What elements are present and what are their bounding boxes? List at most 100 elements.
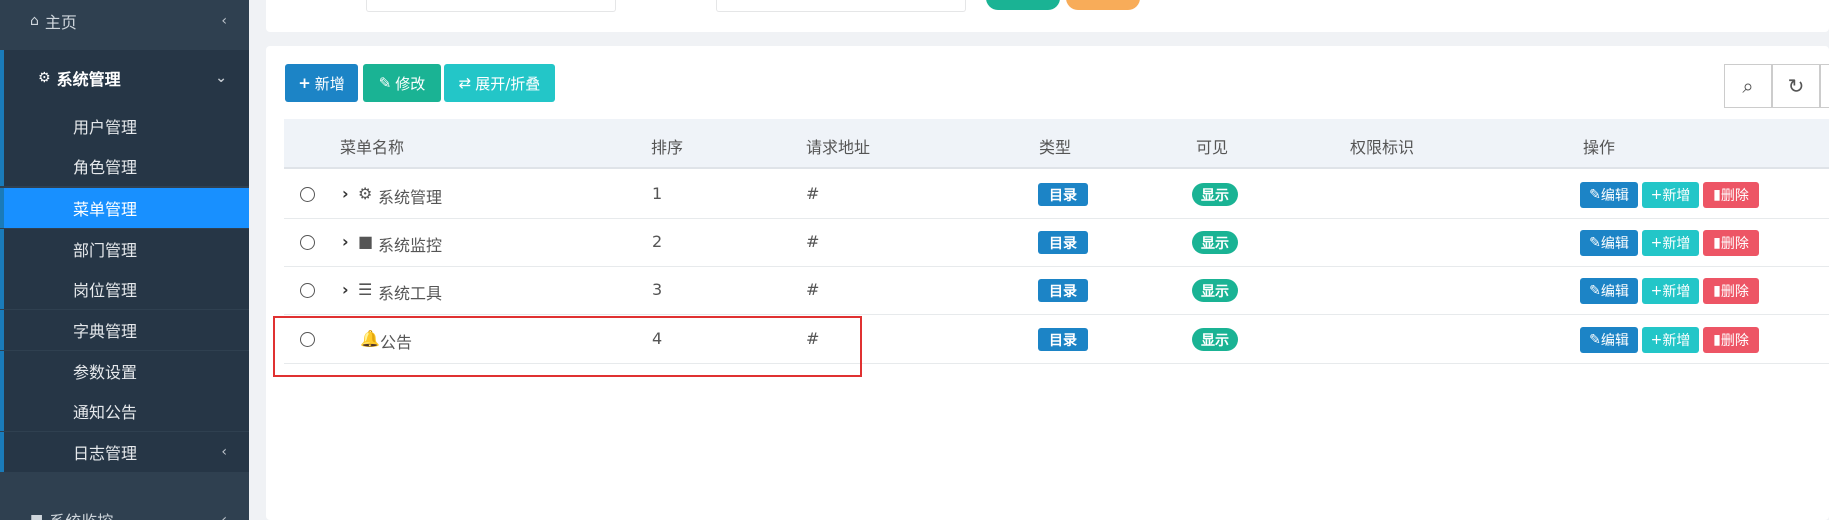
row-delete-button[interactable]: ▮ 删除 bbox=[1703, 182, 1759, 208]
table-row[interactable]: › ☰ 系统工具 3 # 目录 显示 ✎ 编辑 + 新增 ▮ 删除 bbox=[284, 267, 1829, 315]
trash-icon: ▮ bbox=[1713, 332, 1721, 348]
row-add-button[interactable]: + 新增 bbox=[1642, 182, 1699, 208]
sidebar-item-menus[interactable]: 菜单管理 bbox=[0, 188, 249, 228]
sidebar-item-roles[interactable]: 角色管理 bbox=[0, 146, 249, 186]
row-radio[interactable] bbox=[300, 283, 315, 298]
edit-button-label: 修改 bbox=[395, 74, 426, 93]
video-icon: ■ bbox=[30, 512, 44, 520]
edit-icon: ✎ bbox=[1589, 235, 1601, 251]
row-add-button[interactable]: + 新增 bbox=[1642, 230, 1699, 256]
row-delete-label: 删除 bbox=[1720, 284, 1749, 300]
edit-icon: ✎ bbox=[1589, 187, 1601, 203]
menu-order: 1 bbox=[652, 184, 663, 203]
search-panel bbox=[266, 0, 1829, 32]
sidebar-item-monitor[interactable]: ■ 系统监控 ‹ bbox=[0, 500, 249, 520]
trash-icon: ▮ bbox=[1713, 187, 1721, 203]
col-header-url: 请求地址 bbox=[806, 138, 871, 157]
menu-order: 3 bbox=[652, 280, 663, 299]
row-add-label: 新增 bbox=[1662, 188, 1691, 204]
edit-button[interactable]: ✎ 修改 bbox=[363, 64, 441, 102]
sidebar-item-config[interactable]: 参数设置 bbox=[0, 351, 249, 391]
row-edit-label: 编辑 bbox=[1600, 236, 1629, 252]
search-toggle-button[interactable]: ⌕ bbox=[1724, 64, 1772, 108]
plus-icon: + bbox=[1650, 332, 1663, 348]
plus-icon: + bbox=[1650, 187, 1663, 203]
search-button[interactable] bbox=[986, 0, 1060, 10]
table-row[interactable]: › ⚙ 系统管理 1 # 目录 显示 ✎ 编辑 + 新增 ▮ 删除 bbox=[284, 171, 1829, 219]
row-add-button[interactable]: + 新增 bbox=[1642, 278, 1699, 304]
row-radio[interactable] bbox=[300, 187, 315, 202]
chevron-left-icon: ‹ bbox=[221, 13, 227, 29]
exchange-icon: ⇄ bbox=[458, 74, 472, 92]
search-icon: ⌕ bbox=[1742, 74, 1754, 98]
row-delete-label: 删除 bbox=[1720, 236, 1749, 252]
row-radio[interactable] bbox=[300, 235, 315, 250]
row-delete-button[interactable]: ▮ 删除 bbox=[1703, 327, 1759, 353]
chevron-down-icon: ⌄ bbox=[215, 70, 227, 86]
row-add-label: 新增 bbox=[1662, 284, 1691, 300]
sidebar-item-users[interactable]: 用户管理 bbox=[0, 106, 249, 146]
col-header-visible: 可见 bbox=[1196, 138, 1229, 157]
row-edit-button[interactable]: ✎ 编辑 bbox=[1580, 327, 1638, 353]
expand-arrow-icon[interactable]: › bbox=[342, 280, 349, 299]
reset-button[interactable] bbox=[1066, 0, 1140, 10]
visible-badge: 显示 bbox=[1192, 231, 1238, 254]
sidebar-item-label: 主页 bbox=[44, 13, 77, 32]
row-edit-button[interactable]: ✎ 编辑 bbox=[1580, 230, 1638, 256]
sidebar-item-notice[interactable]: 通知公告 bbox=[0, 391, 249, 431]
row-delete-button[interactable]: ▮ 删除 bbox=[1703, 230, 1759, 256]
sidebar-item-posts[interactable]: 岗位管理 bbox=[0, 269, 249, 309]
refresh-icon: ↻ bbox=[1787, 74, 1805, 98]
edit-icon: ✎ bbox=[378, 74, 392, 92]
sidebar-item-label: 岗位管理 bbox=[73, 281, 138, 300]
table-row[interactable]: › ■ 系统监控 2 # 目录 显示 ✎ 编辑 + 新增 ▮ 删除 bbox=[284, 219, 1829, 267]
col-header-name: 菜单名称 bbox=[340, 138, 405, 157]
sidebar-item-label: 菜单管理 bbox=[73, 200, 138, 219]
sidebar-item-dict[interactable]: 字典管理 bbox=[0, 310, 249, 350]
menu-url: # bbox=[806, 184, 820, 203]
row-add-button[interactable]: + 新增 bbox=[1642, 327, 1699, 353]
visible-badge: 显示 bbox=[1192, 279, 1238, 302]
sidebar-item-depts[interactable]: 部门管理 bbox=[0, 229, 249, 269]
sidebar-item-label: 日志管理 bbox=[73, 444, 138, 463]
menu-url: # bbox=[806, 280, 820, 299]
sidebar-item-system[interactable]: ⚙ 系统管理 ⌄ bbox=[0, 50, 249, 106]
table-header: 菜单名称 排序 请求地址 类型 可见 权限标识 操作 bbox=[284, 119, 1829, 169]
row-edit-label: 编辑 bbox=[1600, 284, 1629, 300]
type-badge: 目录 bbox=[1038, 279, 1088, 302]
visible-badge: 显示 bbox=[1192, 183, 1238, 206]
columns-button[interactable] bbox=[1820, 64, 1829, 108]
menu-name: 系统工具 bbox=[378, 284, 443, 303]
row-delete-label: 删除 bbox=[1720, 188, 1749, 204]
home-icon: ⌂ bbox=[30, 13, 39, 29]
sidebar-item-label: 通知公告 bbox=[73, 403, 138, 422]
sidebar-item-home[interactable]: ⌂ 主页 ‹ bbox=[0, 0, 249, 42]
search-input-2[interactable] bbox=[716, 0, 966, 12]
row-delete-button[interactable]: ▮ 删除 bbox=[1703, 278, 1759, 304]
col-header-type: 类型 bbox=[1039, 138, 1072, 157]
menu-order: 2 bbox=[652, 232, 663, 251]
visible-badge: 显示 bbox=[1192, 328, 1238, 351]
bars-icon: ☰ bbox=[358, 280, 373, 299]
type-badge: 目录 bbox=[1038, 183, 1088, 206]
menu-name: 系统管理 bbox=[378, 188, 443, 207]
trash-icon: ▮ bbox=[1713, 235, 1721, 251]
add-button[interactable]: + 新增 bbox=[285, 64, 358, 102]
expand-button-label: 展开/折叠 bbox=[475, 74, 541, 93]
highlight-box bbox=[273, 316, 862, 377]
add-button-label: 新增 bbox=[314, 74, 345, 93]
plus-icon: + bbox=[1650, 283, 1663, 299]
search-input-1[interactable] bbox=[366, 0, 616, 12]
video-icon: ■ bbox=[358, 232, 374, 251]
expand-arrow-icon[interactable]: › bbox=[342, 184, 349, 203]
expand-arrow-icon[interactable]: › bbox=[342, 232, 349, 251]
refresh-button[interactable]: ↻ bbox=[1772, 64, 1820, 108]
row-edit-label: 编辑 bbox=[1600, 188, 1629, 204]
sidebar-item-logs[interactable]: 日志管理 ‹ bbox=[0, 432, 249, 472]
expand-collapse-button[interactable]: ⇄ 展开/折叠 bbox=[444, 64, 555, 102]
gear-icon: ⚙ bbox=[358, 184, 373, 203]
row-edit-button[interactable]: ✎ 编辑 bbox=[1580, 182, 1638, 208]
sidebar-item-label: 角色管理 bbox=[73, 158, 138, 177]
type-badge: 目录 bbox=[1038, 231, 1088, 254]
row-edit-button[interactable]: ✎ 编辑 bbox=[1580, 278, 1638, 304]
